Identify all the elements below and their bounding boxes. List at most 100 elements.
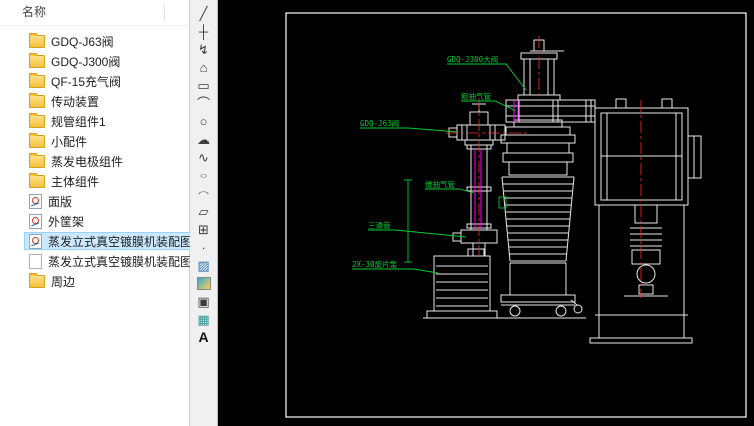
tool-spline[interactable]: ∿	[193, 148, 215, 166]
file-row-selected[interactable]: 蒸发立式真空镀膜机装配图	[0, 231, 189, 251]
polyline-icon: ↯	[198, 43, 209, 56]
cad-drawing-icon	[29, 234, 42, 249]
cad-application-window: 名称 GDQ-J63阀 GDQ-J300阀 QF-15充气阀 传动装置 规管组件…	[0, 0, 754, 426]
hatch-icon: ▨	[197, 259, 209, 272]
tool-polygon[interactable]: ⌂	[193, 58, 215, 76]
construction-line-icon: ┼	[199, 25, 208, 38]
cad-drawing-icon	[29, 194, 42, 209]
file-label: 规管组件1	[51, 113, 106, 130]
column-base	[501, 263, 582, 316]
tool-multiline-text[interactable]: A	[193, 328, 215, 346]
folder-icon	[29, 175, 45, 188]
file-row[interactable]: 面版	[0, 191, 189, 211]
cad-drawing-icon	[29, 214, 42, 229]
file-label: GDQ-J63阀	[51, 33, 114, 50]
file-row[interactable]: QF-15充气阀	[0, 71, 189, 91]
file-tree-panel: 名称 GDQ-J63阀 GDQ-J300阀 QF-15充气阀 传动装置 规管组件…	[0, 0, 190, 426]
rotary-pump	[427, 249, 497, 318]
name-column-header[interactable]: 名称	[0, 0, 189, 26]
file-label: 蒸发电极组件	[51, 153, 123, 170]
tool-make-block[interactable]: ⊞	[193, 220, 215, 238]
folder-icon	[29, 135, 45, 148]
machine-outline	[423, 40, 701, 343]
tool-ellipse-arc[interactable]: ◠	[193, 184, 215, 202]
tool-insert-block[interactable]: ▱	[193, 202, 215, 220]
name-column-label: 名称	[22, 5, 46, 19]
pipe-detail-lines	[475, 100, 518, 228]
assembly-drawing: GDQ-J300大阀 粗抽气管 GDQ-J63阀 维抽气管 三通管 2X-30旋…	[218, 0, 754, 426]
file-label: 外筐架	[48, 213, 84, 230]
multiline-text-icon: A	[198, 330, 208, 344]
arc-icon: ⌒	[197, 97, 210, 110]
leader-lines	[352, 64, 526, 273]
point-icon: ∙	[202, 241, 206, 254]
rotary-pump-label: 2X-30旋片泵	[352, 259, 398, 269]
top-valve	[518, 40, 564, 100]
file-row[interactable]: GDQ-J300阀	[0, 51, 189, 71]
draw-toolbar: ╱ ┼ ↯ ⌂ ▭ ⌒ ○ ☁ ∿ ○ ◠ ▱ ⊞ ∙ ▨ ▣ ▦ A	[190, 0, 218, 426]
folder-icon	[29, 155, 45, 168]
tool-ellipse[interactable]: ○	[193, 166, 215, 184]
big-valve-label: GDQ-J300大阀	[447, 54, 498, 64]
file-label: 小配件	[51, 133, 87, 150]
tool-table[interactable]: ▦	[193, 310, 215, 328]
annotations: GDQ-J300大阀 粗抽气管 GDQ-J63阀 维抽气管 三通管 2X-30旋…	[352, 54, 526, 273]
small-valve-assembly	[449, 104, 505, 145]
file-row[interactable]: 小配件	[0, 131, 189, 151]
gradient-icon	[197, 277, 211, 290]
file-label: QF-15充气阀	[51, 73, 121, 90]
region-icon: ▣	[197, 295, 209, 308]
tool-revision-cloud[interactable]: ☁	[193, 130, 215, 148]
big-valve-run	[506, 100, 595, 122]
table-icon: ▦	[197, 313, 209, 326]
tool-region[interactable]: ▣	[193, 292, 215, 310]
folder-icon	[29, 95, 45, 108]
file-label: 蒸发立式真空镀膜机装配图.	[48, 253, 195, 270]
tool-circle[interactable]: ○	[193, 112, 215, 130]
file-row[interactable]: 周边	[0, 271, 189, 291]
center-column	[501, 120, 575, 175]
tee-pipe-label: 三通管	[368, 220, 391, 230]
maintain-pipe-label: 维抽气管	[425, 179, 455, 189]
folder-icon	[29, 35, 45, 48]
small-valve-label: GDQ-J63阀	[360, 119, 399, 128]
ellipse-arc-icon: ◠	[198, 189, 209, 196]
spline-icon: ∿	[198, 151, 209, 164]
file-row[interactable]: 蒸发立式真空镀膜机装配图.	[0, 251, 189, 271]
chamber-pump	[624, 205, 668, 296]
file-label: 面版	[48, 193, 72, 210]
file-row[interactable]: GDQ-J63阀	[0, 31, 189, 51]
file-row[interactable]: 蒸发电极组件	[0, 151, 189, 171]
tool-point[interactable]: ∙	[193, 238, 215, 256]
tool-polyline[interactable]: ↯	[193, 40, 215, 58]
revision-cloud-icon: ☁	[197, 133, 210, 146]
tool-arc[interactable]: ⌒	[193, 94, 215, 112]
file-label: 蒸发立式真空镀膜机装配图	[48, 233, 192, 250]
insert-block-icon: ▱	[199, 205, 209, 218]
file-row[interactable]: 传动装置	[0, 91, 189, 111]
ellipse-icon: ○	[200, 171, 208, 178]
rectangle-icon: ▭	[197, 79, 209, 92]
file-label: 主体组件	[51, 173, 99, 190]
folder-icon	[29, 115, 45, 128]
tool-hatch[interactable]: ▨	[193, 256, 215, 274]
polygon-icon: ⌂	[200, 61, 208, 74]
sheet-border	[286, 13, 746, 417]
line-icon: ╱	[200, 7, 208, 20]
vacuum-chamber	[595, 99, 701, 205]
tool-gradient[interactable]	[193, 274, 215, 292]
file-list: GDQ-J63阀 GDQ-J300阀 QF-15充气阀 传动装置 规管组件1 小…	[0, 26, 189, 291]
file-row[interactable]: 外筐架	[0, 211, 189, 231]
file-row[interactable]: 主体组件	[0, 171, 189, 191]
bellows	[502, 177, 574, 261]
file-label: 传动装置	[51, 93, 99, 110]
folder-icon	[29, 75, 45, 88]
file-label: 周边	[51, 273, 75, 290]
tool-rectangle[interactable]: ▭	[193, 76, 215, 94]
folder-icon	[29, 275, 45, 288]
tool-construction-line[interactable]: ┼	[193, 22, 215, 40]
file-row[interactable]: 规管组件1	[0, 111, 189, 131]
tool-line[interactable]: ╱	[193, 4, 215, 22]
file-label: GDQ-J300阀	[51, 53, 120, 70]
drawing-canvas[interactable]: GDQ-J300大阀 粗抽气管 GDQ-J63阀 维抽气管 三通管 2X-30旋…	[218, 0, 754, 426]
